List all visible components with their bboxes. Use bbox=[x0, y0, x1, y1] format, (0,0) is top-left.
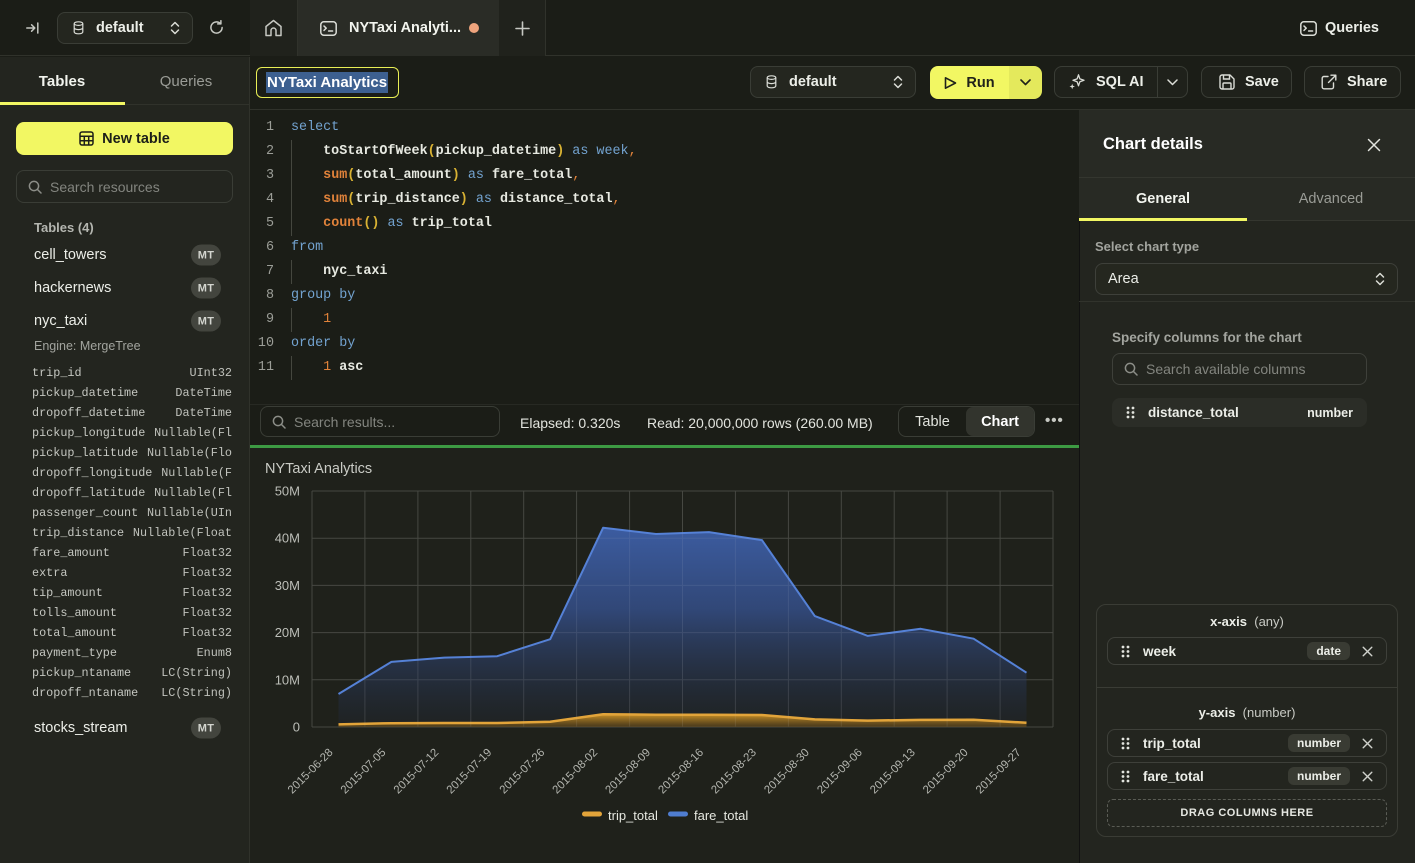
svg-text:40M: 40M bbox=[275, 531, 300, 546]
svg-text:NYTaxi Analytics: NYTaxi Analytics bbox=[265, 461, 372, 477]
svg-text:50M: 50M bbox=[275, 484, 300, 499]
svg-text:2015-08-02: 2015-08-02 bbox=[551, 747, 601, 797]
svg-text:2015-09-06: 2015-09-06 bbox=[815, 747, 865, 797]
svg-text:2015-09-27: 2015-09-27 bbox=[974, 747, 1024, 797]
svg-text:fare_total: fare_total bbox=[694, 808, 748, 823]
svg-text:2015-08-30: 2015-08-30 bbox=[762, 747, 812, 797]
svg-text:0: 0 bbox=[293, 720, 300, 735]
svg-text:2015-08-09: 2015-08-09 bbox=[603, 747, 653, 797]
svg-text:2015-08-16: 2015-08-16 bbox=[656, 747, 706, 797]
svg-text:2015-06-28: 2015-06-28 bbox=[286, 747, 336, 797]
svg-text:2015-09-20: 2015-09-20 bbox=[921, 747, 971, 797]
svg-text:20M: 20M bbox=[275, 625, 300, 640]
svg-text:2015-07-19: 2015-07-19 bbox=[445, 747, 495, 797]
svg-text:2015-07-26: 2015-07-26 bbox=[498, 747, 548, 797]
svg-text:30M: 30M bbox=[275, 578, 300, 593]
svg-text:trip_total: trip_total bbox=[608, 808, 658, 823]
svg-text:2015-07-12: 2015-07-12 bbox=[392, 747, 442, 797]
svg-text:2015-07-05: 2015-07-05 bbox=[339, 747, 389, 797]
svg-text:10M: 10M bbox=[275, 672, 300, 687]
svg-text:2015-08-23: 2015-08-23 bbox=[709, 747, 759, 797]
svg-text:2015-09-13: 2015-09-13 bbox=[868, 747, 918, 797]
